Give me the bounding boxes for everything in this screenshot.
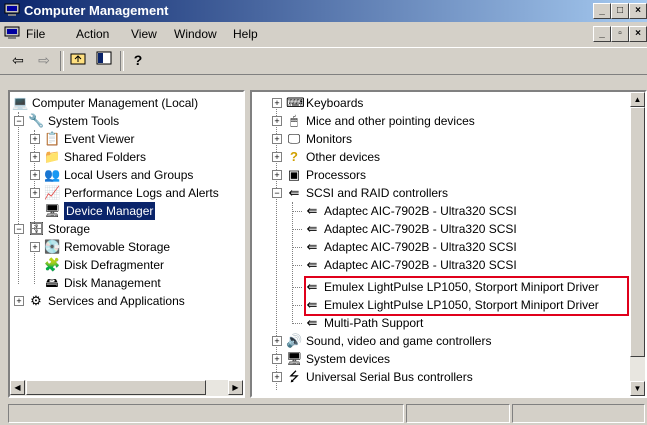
vertical-scrollbar[interactable]: ▲ ▼ [630,92,645,396]
expand-icon[interactable]: + [272,116,282,126]
expand-icon[interactable]: + [272,98,282,108]
keyboard-icon: ⌨ [286,95,305,110]
tree-line [292,202,293,322]
storage-icon: 🗄 [28,221,45,236]
expand-icon[interactable]: + [30,134,40,144]
scroll-left-icon[interactable]: ◀ [10,380,25,395]
scsi-adapter-icon: ⇚ [306,221,318,236]
forward-arrow-icon[interactable]: ⇨ [34,51,54,69]
computer-icon: 💻 [12,95,29,110]
scroll-up-icon[interactable]: ▲ [630,92,645,107]
services-icon: ⚙ [30,293,42,308]
tree-line [292,211,302,212]
status-panel [406,404,510,423]
expand-icon[interactable]: + [30,170,40,180]
scroll-thumb[interactable] [630,107,645,357]
expand-icon[interactable]: + [272,354,282,364]
tools-icon: 🔧 [28,113,45,128]
toolbar-separator [60,51,64,71]
tree-line [34,248,35,284]
shared-folder-icon: 📁 [44,149,61,164]
status-panel-main [8,404,404,423]
monitor-icon: 🖵 [287,131,301,146]
help-icon[interactable]: ? [128,51,148,69]
child-close-button[interactable]: × [629,26,647,42]
device-manager-icon: 🖥 [44,203,61,218]
up-folder-glyph [70,53,86,65]
tree-line [292,265,302,266]
highlight-box [304,276,629,316]
users-icon: 👥 [44,167,61,182]
tree-pane-glyph [96,51,112,65]
event-viewer-icon: 📋 [44,131,61,146]
window-title: Computer Management [24,3,169,18]
scsi-adapter-icon: ⇚ [306,315,318,330]
title-bar: Computer Management _ □ × [0,0,647,22]
processor-icon: ▣ [287,167,301,182]
system-device-icon: 🖥 [286,351,303,366]
expand-icon[interactable]: + [272,152,282,162]
scsi-adapter-icon: ⇚ [306,239,318,254]
expand-icon[interactable]: + [30,152,40,162]
mmc-console-icon[interactable] [4,26,20,40]
tree-line [18,112,19,284]
tree-line [34,130,35,230]
menu-bar: File Action View Window Help _ ▫ × [0,24,647,44]
scsi-controller-icon: ⇚ [288,185,300,200]
computer-management-icon [4,3,20,16]
tree-line [292,305,302,306]
expand-icon[interactable]: + [272,372,282,382]
scsi-adapter-icon: ⇚ [306,203,318,218]
toolbar-separator [120,51,124,71]
unknown-device-icon: ? [290,149,298,164]
show-hide-tree-icon[interactable] [94,51,114,69]
defragmenter-icon: 🧩 [44,257,61,272]
status-panel [512,404,645,423]
expand-icon[interactable]: + [272,170,282,180]
minimize-button[interactable]: _ [593,3,611,19]
child-minimize-button[interactable]: _ [593,26,611,42]
sound-icon: 🔊 [286,333,303,348]
expand-icon[interactable]: + [30,242,40,252]
collapse-icon[interactable]: − [272,188,282,198]
menu-view[interactable]: View [131,27,157,41]
device-list-pane[interactable]: + ⌨ Keyboards + 🖱 Mice and other pointin… [250,90,647,398]
expand-icon[interactable]: + [30,188,40,198]
close-button[interactable]: × [629,3,647,19]
tree-line [292,229,302,230]
performance-icon: 📈 [44,185,61,200]
horizontal-scrollbar[interactable]: ◀ ▶ [10,380,243,396]
scroll-right-icon[interactable]: ▶ [228,380,243,395]
tree-line [292,247,302,248]
menu-file[interactable]: File [26,27,45,41]
tree-line [292,287,302,288]
mouse-icon: 🖱 [290,113,298,128]
back-arrow-icon[interactable]: ⇦ [8,51,28,69]
expand-icon[interactable]: + [14,296,24,306]
menu-window[interactable]: Window [174,27,217,41]
scroll-thumb[interactable] [26,380,206,395]
usb-icon: ⭍ [288,369,300,384]
expand-icon[interactable]: + [272,336,282,346]
status-bar [0,402,647,425]
scsi-adapter-icon: ⇚ [306,257,318,272]
console-tree-pane[interactable]: 💻 Computer Management (Local) − 🔧 System… [8,90,245,398]
expand-icon[interactable]: + [272,134,282,144]
child-restore-button[interactable]: ▫ [611,26,629,42]
maximize-button[interactable]: □ [611,3,629,19]
menu-action[interactable]: Action [76,27,109,41]
collapse-icon[interactable]: − [14,116,24,126]
toolbar: ⇦ ⇨ ? [0,47,647,75]
collapse-icon[interactable]: − [14,224,24,234]
removable-storage-icon: 💽 [44,239,61,254]
up-folder-icon[interactable] [68,51,88,69]
menu-help[interactable]: Help [233,27,258,41]
tree-line [292,323,302,324]
disk-management-icon: 🖴 [45,275,59,290]
scroll-down-icon[interactable]: ▼ [630,381,645,396]
